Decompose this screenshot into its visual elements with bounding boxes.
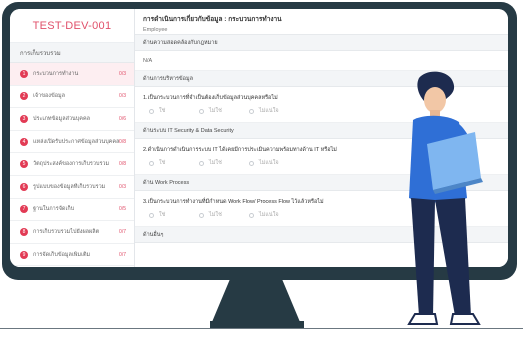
radio-icon[interactable] [149,212,154,218]
option-label: ใช่ [159,108,166,114]
sidebar-item-label: การเก็บรวบรวมไปยังผลผลิต [33,228,100,235]
step-number-badge: 1 [20,69,28,78]
sidebar-item-count: 0/7 [119,228,126,235]
step-number-badge: 6 [20,182,28,191]
radio-icon[interactable] [249,160,254,166]
illustration-stage: TEST-DEV-001 การเก็บรวบรวม 1 กระบวนการทำง… [0,0,523,341]
sidebar-item[interactable]: 7 ฐานในการจัดเก็บ 0/5 [10,199,134,222]
sidebar-item[interactable]: 9 การจัดเก็บข้อมูลเพิ่มเติม 0/7 [10,244,134,267]
sidebar-item[interactable]: 6 รูปแบบของข้อมูลที่เก็บรวบรวม 0/3 [10,176,134,199]
option-label: ใช่ [159,212,166,218]
option-label: ไม่แน่ใจ [259,160,279,166]
radio-icon[interactable] [249,212,254,218]
radio-icon[interactable] [249,108,254,114]
sidebar-section-header: การเก็บรวบรวม [10,43,134,63]
sidebar-item-count: 0/8 [119,161,126,168]
option-yes[interactable]: ใช่ [149,211,199,219]
page-title: การดำเนินการเกี่ยวกับข้อมูล : กระบวนการท… [143,16,282,23]
option-label: ไม่ใช่ [209,160,222,166]
option-no[interactable]: ไม่ใช่ [199,211,249,219]
sidebar-item[interactable]: 5 วัตถุประสงค์ของการเก็บรวบรวม 0/8 [10,153,134,176]
sidebar-item-label: กระบวนการทำงาน [33,70,79,77]
sidebar-item[interactable]: 3 ประเภทข้อมูลส่วนบุคคล 0/6 [10,108,134,131]
step-number-badge: 4 [20,137,28,146]
sidebar-item-count: 0/5 [119,206,126,213]
step-number-badge: 9 [20,250,28,259]
option-label: ไม่แน่ใจ [259,212,279,218]
option-label: ไม่แน่ใจ [259,108,279,114]
person-head [424,87,446,113]
person-with-laptop-illustration [407,71,483,325]
option-no[interactable]: ไม่ใช่ [199,159,249,167]
sidebar-item-label: วัตถุประสงค์ของการเก็บรวบรวม [33,161,110,168]
sidebar-item-count: 0/6 [119,115,126,122]
sidebar-item[interactable]: 2 เจ้าของข้อมูล 0/3 [10,86,134,109]
person-leg-right [435,198,471,316]
step-number-badge: 3 [20,114,28,123]
sidebar-item-label: แหล่งเปิดรับประกาศข้อมูลส่วนบุคคล [33,138,120,145]
sidebar-item[interactable]: 4 แหล่งเปิดรับประกาศข้อมูลส่วนบุคคล 0/8 [10,131,134,154]
sidebar-list: 1 กระบวนการทำงาน 0/3 2 เจ้าของข้อมูล 0/3 3 ประเ… [10,63,134,267]
sidebar-item[interactable]: 8 การเก็บรวบรวมไปยังผลผลิต 0/7 [10,221,134,244]
option-label: ไม่ใช่ [209,212,222,218]
radio-icon[interactable] [199,108,204,114]
step-number-badge: 2 [20,92,28,101]
radio-icon[interactable] [199,160,204,166]
section-header-compliance: ด้านความสอดคล้องกับกฎหมาย [135,35,508,51]
sidebar-item-count: 0/7 [119,251,126,258]
sidebar-title: TEST-DEV-001 [10,9,134,43]
sidebar-item-label: การจัดเก็บข้อมูลเพิ่มเติม [33,251,91,258]
compliance-value: N/A [135,51,508,71]
page-subtitle: Employee [143,27,168,33]
person-leg-left [411,198,435,316]
person-shoe-right [449,313,481,325]
option-label: ไม่ใช่ [209,108,222,114]
sidebar-item-label: ฐานในการจัดเก็บ [33,206,75,213]
sidebar-item-label: เจ้าของข้อมูล [33,93,65,100]
radio-icon[interactable] [149,108,154,114]
monitor-stand [212,280,300,322]
option-yes[interactable]: ใช่ [149,107,199,115]
option-unsure[interactable]: ไม่แน่ใจ [249,211,299,219]
sidebar-item[interactable]: 1 กระบวนการทำงาน 0/3 [10,63,134,86]
option-unsure[interactable]: ไม่แน่ใจ [249,107,299,115]
person-shoe-left [407,313,439,325]
sidebar-item-count: 0/3 [119,93,126,100]
sidebar-item-count: 0/3 [119,183,126,190]
sidebar-item[interactable]: 10การเปิดเผย0/6 [10,266,134,267]
sidebar-item-count: 0/3 [119,70,126,77]
main-header: การดำเนินการเกี่ยวกับข้อมูล : กระบวนการท… [135,9,508,35]
sidebar: TEST-DEV-001 การเก็บรวบรวม 1 กระบวนการทำง… [10,9,135,267]
option-label: ใช่ [159,160,166,166]
step-number-badge: 7 [20,205,28,214]
option-unsure[interactable]: ไม่แน่ใจ [249,159,299,167]
sidebar-item-label: ประเภทข้อมูลส่วนบุคคล [33,115,91,122]
radio-icon[interactable] [199,212,204,218]
step-number-badge: 8 [20,227,28,236]
option-no[interactable]: ไม่ใช่ [199,107,249,115]
option-yes[interactable]: ใช่ [149,159,199,167]
sidebar-item-count: 0/8 [119,138,126,145]
sidebar-item-label: รูปแบบของข้อมูลที่เก็บรวบรวม [33,183,106,190]
radio-icon[interactable] [149,160,154,166]
step-number-badge: 5 [20,160,28,169]
